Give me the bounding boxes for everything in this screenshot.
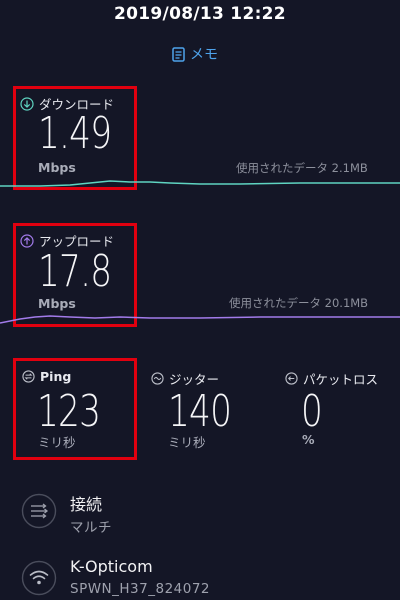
- connection-row[interactable]: 接続 マルチ: [0, 486, 400, 538]
- packet-loss-value: 0: [301, 386, 323, 437]
- packet-loss-header: パケットロス: [285, 369, 378, 388]
- connection-multi-icon: [21, 493, 57, 533]
- upload-arrow-icon: [20, 233, 34, 248]
- download-value: 1.49: [38, 108, 112, 159]
- memo-label: メモ: [190, 47, 218, 63]
- datetime: 2019/08/13 12:22: [114, 4, 286, 24]
- download-speed-graph: [0, 180, 400, 187]
- network-title: K-Opticom: [70, 557, 153, 576]
- network-subtitle: SPWN_H37_824072: [70, 581, 211, 597]
- ping-value: 123: [37, 386, 101, 437]
- ping-icon: [22, 370, 35, 383]
- network-row[interactable]: K-Opticom SPWN_H37_824072: [0, 551, 400, 600]
- connection-title: 接続: [70, 495, 103, 514]
- jitter-wave-icon: [151, 372, 164, 385]
- connection-subtitle: マルチ: [70, 520, 112, 536]
- memo-icon: [172, 46, 185, 62]
- upload-value: 17.8: [38, 246, 112, 297]
- ping-unit: ミリ秒: [38, 435, 76, 450]
- jitter-unit: ミリ秒: [168, 435, 206, 450]
- download-arrow-icon: [20, 96, 34, 111]
- packet-loss-icon: [285, 372, 298, 385]
- packet-loss-unit: %: [302, 432, 315, 447]
- ping-header: Ping: [22, 369, 71, 384]
- jitter-value: 140: [168, 386, 232, 437]
- upload-speed-graph: [0, 315, 400, 324]
- ping-label: Ping: [40, 369, 72, 384]
- memo-button[interactable]: メモ: [172, 43, 218, 65]
- wifi-icon: [21, 560, 57, 600]
